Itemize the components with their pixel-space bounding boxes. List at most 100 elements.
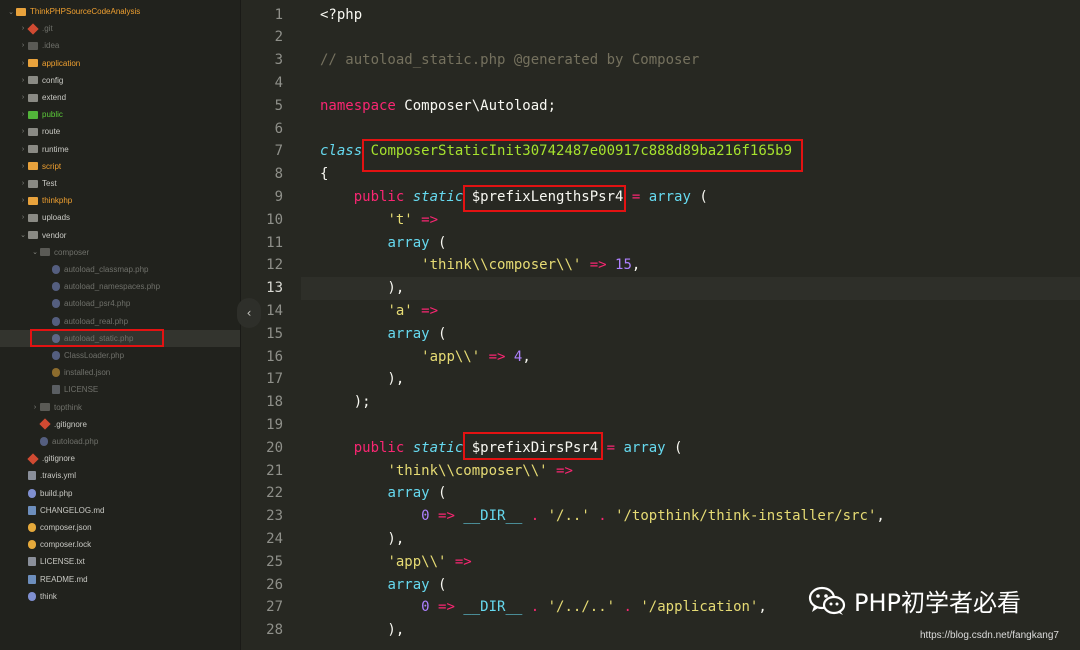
- code-line[interactable]: 'app\\' => 4,: [320, 346, 531, 369]
- sidebar-item-travis-yml[interactable]: .travis.yml: [0, 467, 240, 484]
- sidebar-item-autoload-classmap-php[interactable]: autoload_classmap.php: [0, 261, 240, 278]
- php-file-icon: [52, 282, 60, 292]
- chevron-down-icon[interactable]: ⌄: [6, 8, 16, 16]
- code-token: (: [690, 188, 708, 205]
- sidebar-item-composer-lock[interactable]: composer.lock: [0, 536, 240, 553]
- sidebar-item-config[interactable]: › config: [0, 72, 240, 89]
- code-token: =>: [446, 553, 472, 570]
- sidebar-item-composer[interactable]: ⌄ composer: [0, 244, 240, 261]
- code-line[interactable]: ),: [320, 619, 404, 642]
- sidebar-item-classloader-php[interactable]: ClassLoader.php: [0, 347, 240, 364]
- sidebar-item-composer-json[interactable]: composer.json: [0, 519, 240, 536]
- chevron-right-icon[interactable]: ›: [18, 146, 28, 153]
- code-line[interactable]: <?php: [320, 4, 362, 27]
- sidebar-item-license-txt[interactable]: LICENSE.txt: [0, 553, 240, 570]
- sidebar-item-script[interactable]: › script: [0, 158, 240, 175]
- sidebar-item-think[interactable]: think: [0, 588, 240, 605]
- sidebar-item-route[interactable]: › route: [0, 123, 240, 140]
- sidebar-item-application[interactable]: › application: [0, 55, 240, 72]
- sidebar-item-changelog-md[interactable]: CHANGELOG.md: [0, 502, 240, 519]
- code-line[interactable]: 'think\\composer\\' => 15,: [320, 254, 640, 277]
- chevron-right-icon[interactable]: ›: [18, 77, 28, 84]
- sidebar-item-autoload-php[interactable]: autoload.php: [0, 433, 240, 450]
- code-token: 'think\\composer\\': [387, 462, 548, 479]
- code-editor[interactable]: <?php // autoload_static.php @generated b…: [320, 0, 1080, 650]
- code-line[interactable]: 0 => __DIR__ . '/../..' . '/application'…: [320, 596, 767, 619]
- folder-icon: [28, 145, 38, 154]
- code-token: public: [320, 439, 413, 456]
- sidebar-item-thinkphp[interactable]: › thinkphp: [0, 192, 240, 209]
- sidebar-item-vendor[interactable]: ⌄ vendor: [0, 227, 240, 244]
- chevron-right-icon[interactable]: ›: [18, 60, 28, 67]
- wechat-watermark: PHP初学者必看: [808, 583, 1021, 618]
- code-line[interactable]: {: [320, 163, 328, 186]
- sidebar-item-autoload-namespaces-php[interactable]: autoload_namespaces.php: [0, 278, 240, 295]
- sidebar-item-autoload-real-php[interactable]: autoload_real.php: [0, 313, 240, 330]
- chevron-down-icon[interactable]: ⌄: [18, 231, 28, 239]
- chevron-right-icon[interactable]: ›: [30, 404, 40, 411]
- sidebar-item-runtime[interactable]: › runtime: [0, 141, 240, 158]
- code-line[interactable]: );: [320, 391, 371, 414]
- line-number: 16: [266, 348, 283, 365]
- collapse-sidebar-button[interactable]: ‹: [237, 298, 261, 328]
- sidebar-item-extend[interactable]: › extend: [0, 89, 240, 106]
- line-number: 18: [266, 394, 283, 411]
- sidebar-item-gitignore[interactable]: .gitignore: [0, 450, 240, 467]
- md-file-icon: [28, 574, 36, 584]
- chevron-right-icon[interactable]: ›: [18, 180, 28, 187]
- line-number: 23: [266, 508, 283, 525]
- code-line[interactable]: // autoload_static.php @generated by Com…: [320, 49, 699, 72]
- wechat-icon: [808, 586, 846, 616]
- code-line[interactable]: array (: [320, 232, 446, 255]
- line-number: 1: [274, 6, 283, 23]
- code-line[interactable]: ),: [320, 368, 404, 391]
- sidebar-item-license[interactable]: LICENSE: [0, 381, 240, 398]
- sidebar-item-test[interactable]: › Test: [0, 175, 240, 192]
- code-token: );: [320, 394, 371, 411]
- code-line[interactable]: 't' =>: [320, 209, 438, 232]
- sidebar-item-installed-json[interactable]: installed.json: [0, 364, 240, 381]
- chevron-down-icon[interactable]: ⌄: [30, 248, 40, 256]
- chevron-right-icon[interactable]: ›: [18, 128, 28, 135]
- code-line[interactable]: namespace Composer\Autoload;: [320, 95, 556, 118]
- chevron-right-icon[interactable]: ›: [18, 214, 28, 221]
- sidebar-item-readme-md[interactable]: README.md: [0, 571, 240, 588]
- line-number: 26: [266, 576, 283, 593]
- sidebar-item-autoload-psr4-php[interactable]: autoload_psr4.php: [0, 295, 240, 312]
- chevron-right-icon[interactable]: ›: [18, 111, 28, 118]
- code-token: ,: [758, 599, 767, 616]
- sidebar-item-label: .git: [42, 24, 53, 34]
- line-number: 2: [274, 29, 283, 46]
- code-line[interactable]: 0 => __DIR__ . '/..' . '/topthink/think-…: [320, 505, 885, 528]
- code-line[interactable]: array (: [320, 482, 446, 505]
- sidebar-item-gitignore[interactable]: .gitignore: [0, 416, 240, 433]
- sidebar-item-uploads[interactable]: › uploads: [0, 209, 240, 226]
- sidebar-item-label: composer.lock: [40, 540, 92, 550]
- code-line[interactable]: array (: [320, 574, 446, 597]
- code-token: ),: [320, 530, 405, 547]
- folder-icon: [28, 196, 38, 205]
- sidebar-item-public[interactable]: › public: [0, 106, 240, 123]
- sidebar-item-git[interactable]: › .git: [0, 20, 240, 37]
- code-line[interactable]: ),: [320, 528, 404, 551]
- sidebar-item-idea[interactable]: › .idea: [0, 37, 240, 54]
- code-line[interactable]: 'app\\' =>: [320, 551, 472, 574]
- sidebar-item-topthink[interactable]: › topthink: [0, 399, 240, 416]
- code-line[interactable]: 'a' =>: [320, 300, 438, 323]
- chevron-right-icon[interactable]: ›: [18, 163, 28, 170]
- code-line[interactable]: 'think\\composer\\' =>: [320, 460, 572, 483]
- code-line[interactable]: ),: [320, 277, 404, 300]
- chevron-right-icon[interactable]: ›: [18, 94, 28, 101]
- code-token: 0: [421, 599, 430, 616]
- sidebar-item-thinkphpsourcecodeanalysis[interactable]: ⌄ ThinkPHPSourceCodeAnalysis: [0, 3, 240, 20]
- code-token: 't': [387, 211, 413, 228]
- sidebar-item-label: installed.json: [64, 368, 111, 378]
- code-token: 'app\\': [421, 348, 481, 365]
- sidebar-item-label: config: [42, 75, 64, 85]
- chevron-right-icon[interactable]: ›: [18, 197, 28, 204]
- chevron-right-icon[interactable]: ›: [18, 42, 28, 49]
- code-line[interactable]: array (: [320, 323, 446, 346]
- code-token: __DIR__: [463, 508, 523, 525]
- code-token: ,: [876, 508, 885, 525]
- sidebar-item-build-php[interactable]: build.php: [0, 485, 240, 502]
